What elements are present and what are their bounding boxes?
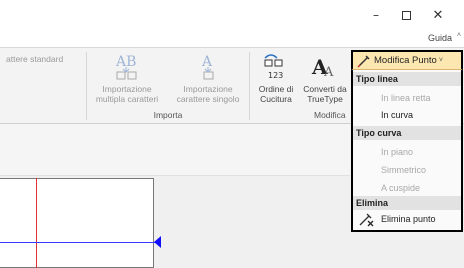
menu-item-straight-line[interactable]: In linea retta (381, 90, 431, 106)
line-type-header: Tipo linea (353, 72, 461, 86)
minimize-button[interactable]: – (363, 6, 389, 24)
import-multiple-icon: AB (115, 54, 137, 80)
import-multi-label-1: Importazione (102, 84, 152, 94)
delete-point-icon (359, 213, 374, 227)
collapse-ribbon-icon[interactable]: ˄ (457, 32, 461, 39)
menu-item-curve[interactable]: In curva (381, 107, 413, 123)
pen-icon (357, 54, 370, 68)
sew-order-label-1: Ordine di (258, 84, 294, 94)
group-separator (249, 52, 250, 120)
modify-point-menu: Tipo linea In linea retta In curva Tipo … (351, 70, 463, 232)
chevron-down-icon: ˅ (438, 57, 443, 64)
convert-label-2: TrueType (307, 94, 343, 104)
import-single-label-1: Importazione (183, 84, 233, 94)
maximize-button[interactable] (393, 6, 419, 24)
menu-item-cusp[interactable]: A cuspide (381, 180, 420, 196)
svg-text:A: A (323, 65, 334, 80)
modify-point-label: Modifica Punto (374, 55, 437, 66)
sew-order-label-2: Cucitura (260, 94, 292, 104)
help-menu[interactable]: Guida (428, 33, 452, 43)
curve-type-header: Tipo curva (353, 126, 461, 140)
workspace-toolbar-area (0, 124, 350, 176)
convert-truetype-button[interactable]: A A Converti da TrueType (300, 50, 350, 108)
import-single-icon: A (201, 54, 214, 80)
menu-item-delete-point[interactable]: Elimina punto (381, 211, 436, 227)
import-single-label-2: carattere singolo (176, 94, 240, 104)
design-canvas[interactable] (0, 178, 154, 268)
group-separator (86, 52, 87, 120)
svg-text:123: 123 (268, 71, 283, 80)
import-multi-label-2: multipla caratteri (95, 94, 159, 104)
sewing-order-button[interactable]: 123 Ordine di Cucitura (252, 50, 300, 108)
title-bar: – ✕ (0, 0, 464, 30)
close-button[interactable]: ✕ (425, 6, 451, 24)
guide-marker[interactable] (154, 236, 161, 248)
maximize-icon (401, 10, 411, 20)
modify-point-dropdown[interactable]: Modifica Punto ˅ (351, 50, 463, 70)
menu-item-symmetric[interactable]: Simmetrico (381, 162, 426, 178)
ribbon-tab-strip: Guida ˄ (0, 30, 464, 48)
horizontal-guide-line (0, 242, 156, 243)
sewing-order-icon: 123 (264, 54, 283, 80)
menu-item-smooth[interactable]: In piano (381, 144, 413, 160)
delete-header: Elimina (353, 196, 461, 210)
standard-character-label: attere standard (6, 54, 64, 64)
svg-text:A: A (201, 54, 213, 70)
import-single-character-button[interactable]: A Importazione carattere singolo (168, 50, 248, 108)
truetype-icon: A A (311, 55, 334, 80)
vertical-guide-line (36, 178, 37, 268)
import-multiple-characters-button[interactable]: AB Importazione multipla caratteri (88, 50, 166, 108)
convert-label-1: Converti da (303, 84, 347, 94)
import-group-label: Importa (153, 110, 183, 120)
